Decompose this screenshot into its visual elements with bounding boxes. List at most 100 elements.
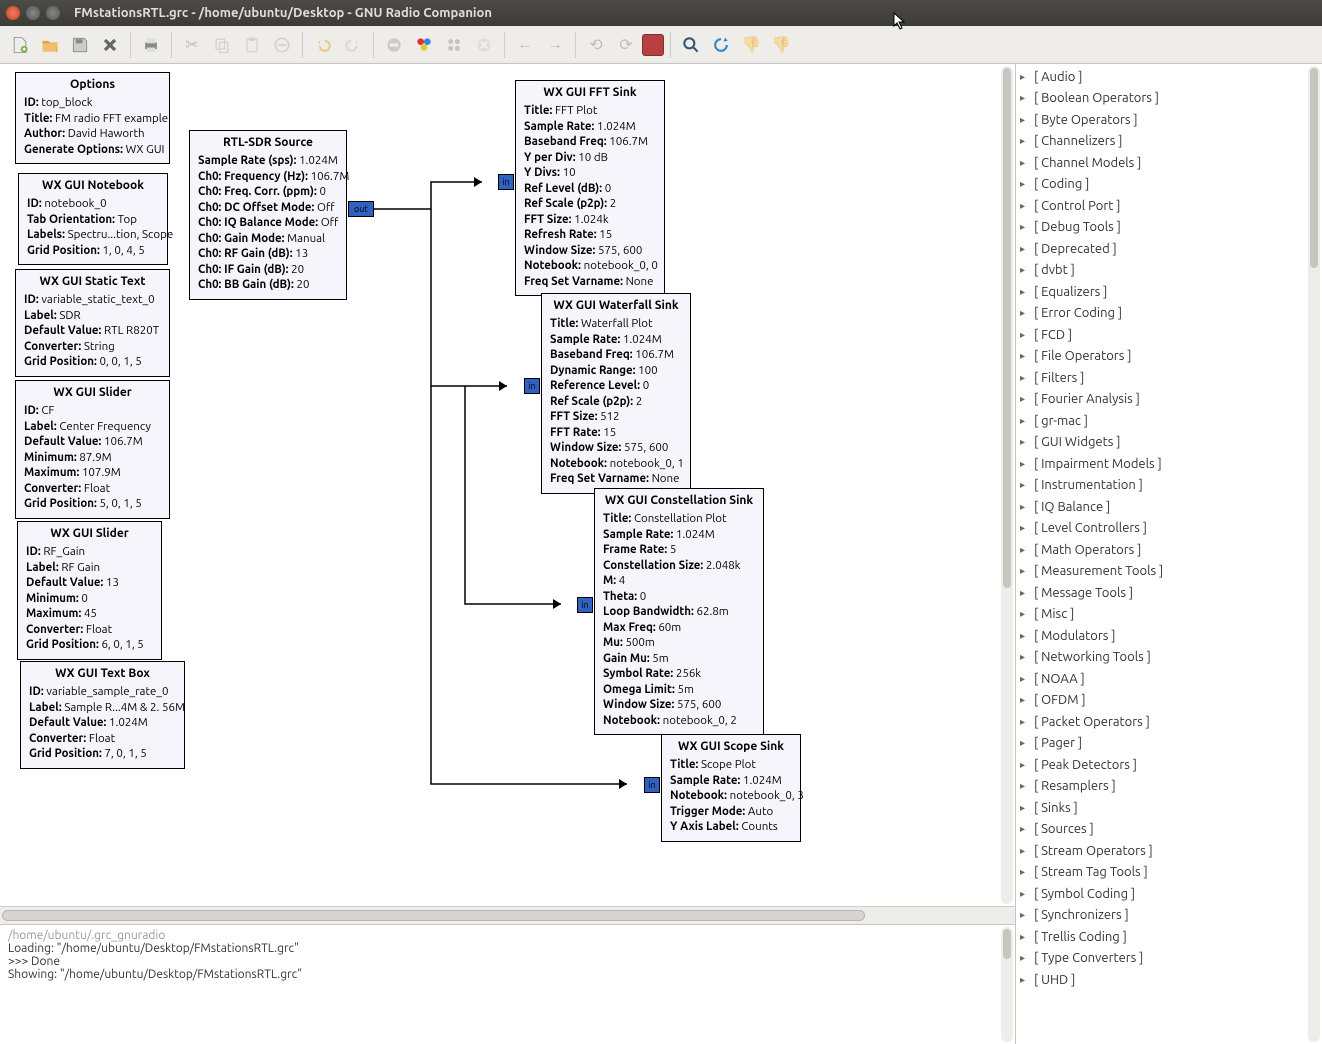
- nav-back-button[interactable]: ←: [511, 31, 539, 59]
- search-button[interactable]: [677, 31, 705, 59]
- delete-button[interactable]: [268, 31, 296, 59]
- block-rtlsdr-source[interactable]: out RTL-SDR Source Sample Rate (sps): 1.…: [189, 130, 347, 300]
- expand-arrow-icon: ▸: [1020, 307, 1034, 319]
- category-label: [ Stream Operators ]: [1034, 844, 1153, 858]
- category-item[interactable]: ▸[ Trellis Coding ]: [1020, 926, 1318, 948]
- kill-button[interactable]: [470, 31, 498, 59]
- block-wx-waterfall-sink[interactable]: in WX GUI Waterfall Sink Title: Waterfal…: [541, 293, 691, 494]
- category-item[interactable]: ▸[ Pager ]: [1020, 733, 1318, 755]
- category-item[interactable]: ▸[ Misc ]: [1020, 604, 1318, 626]
- flowgraph-canvas[interactable]: Options ID: top_block Title: FM radio FF…: [0, 64, 1015, 906]
- block-wx-textbox[interactable]: WX GUI Text Box ID: variable_sample_rate…: [20, 661, 185, 769]
- category-item[interactable]: ▸[ Stream Tag Tools ]: [1020, 862, 1318, 884]
- paste-button[interactable]: [238, 31, 266, 59]
- category-label: [ Peak Detectors ]: [1034, 758, 1137, 772]
- print-button[interactable]: [137, 31, 165, 59]
- block-options[interactable]: Options ID: top_block Title: FM radio FF…: [15, 72, 170, 164]
- generate-button[interactable]: [410, 31, 438, 59]
- port-in[interactable]: in: [644, 777, 660, 793]
- block-wx-scope-sink[interactable]: in WX GUI Scope Sink Title: Scope Plot S…: [661, 734, 801, 842]
- execute-button[interactable]: [440, 31, 468, 59]
- category-item[interactable]: ▸[ Boolean Operators ]: [1020, 88, 1318, 110]
- category-item[interactable]: ▸[ gr-mac ]: [1020, 410, 1318, 432]
- category-item[interactable]: ▸[ Synchronizers ]: [1020, 905, 1318, 927]
- sidebar-scroll[interactable]: [1308, 66, 1320, 1042]
- window-close-button[interactable]: [6, 6, 20, 20]
- block-wx-constellation-sink[interactable]: in WX GUI Constellation Sink Title: Cons…: [594, 488, 764, 735]
- category-item[interactable]: ▸[ Math Operators ]: [1020, 539, 1318, 561]
- close-button[interactable]: [96, 31, 124, 59]
- category-item[interactable]: ▸[ Modulators ]: [1020, 625, 1318, 647]
- block-wx-notebook[interactable]: WX GUI Notebook ID: notebook_0 Tab Orien…: [18, 173, 168, 265]
- undo-button[interactable]: [309, 31, 337, 59]
- reload-button[interactable]: [707, 31, 735, 59]
- copy-button[interactable]: [208, 31, 236, 59]
- category-item[interactable]: ▸[ Equalizers ]: [1020, 281, 1318, 303]
- record-button[interactable]: [642, 34, 664, 56]
- category-item[interactable]: ▸[ Error Coding ]: [1020, 303, 1318, 325]
- category-item[interactable]: ▸[ Peak Detectors ]: [1020, 754, 1318, 776]
- category-item[interactable]: ▸[ Resamplers ]: [1020, 776, 1318, 798]
- console-scroll[interactable]: [1001, 927, 1013, 1042]
- category-item[interactable]: ▸[ Fourier Analysis ]: [1020, 389, 1318, 411]
- expand-arrow-icon: ▸: [1020, 931, 1034, 943]
- window-minimize-button[interactable]: [26, 6, 40, 20]
- category-item[interactable]: ▸[ IQ Balance ]: [1020, 496, 1318, 518]
- category-item[interactable]: ▸[ UHD ]: [1020, 969, 1318, 991]
- save-button[interactable]: [66, 31, 94, 59]
- category-item[interactable]: ▸[ Message Tools ]: [1020, 582, 1318, 604]
- category-item[interactable]: ▸[ NOAA ]: [1020, 668, 1318, 690]
- category-item[interactable]: ▸[ Channelizers ]: [1020, 131, 1318, 153]
- disable-block-button[interactable]: [380, 31, 408, 59]
- category-item[interactable]: ▸[ Channel Models ]: [1020, 152, 1318, 174]
- expand-arrow-icon: ▸: [1020, 952, 1034, 964]
- category-item[interactable]: ▸[ OFDM ]: [1020, 690, 1318, 712]
- block-wx-slider-cf[interactable]: WX GUI Slider ID: CF Label: Center Frequ…: [15, 380, 170, 519]
- category-item[interactable]: ▸[ Filters ]: [1020, 367, 1318, 389]
- category-label: [ Deprecated ]: [1034, 242, 1117, 256]
- category-item[interactable]: ▸[ File Operators ]: [1020, 346, 1318, 368]
- open-file-button[interactable]: [36, 31, 64, 59]
- expand-arrow-icon: ▸: [1020, 888, 1034, 900]
- category-item[interactable]: ▸[ Audio ]: [1020, 66, 1318, 88]
- port-in[interactable]: in: [577, 597, 593, 613]
- category-item[interactable]: ▸[ Deprecated ]: [1020, 238, 1318, 260]
- port-in[interactable]: in: [524, 378, 540, 394]
- redo-button[interactable]: [339, 31, 367, 59]
- category-label: [ Packet Operators ]: [1034, 715, 1150, 729]
- block-wx-slider-rfgain[interactable]: WX GUI Slider ID: RF_Gain Label: RF Gain…: [17, 521, 162, 660]
- rotate-cw-button[interactable]: ⟳: [612, 31, 640, 59]
- category-item[interactable]: ▸[ Networking Tools ]: [1020, 647, 1318, 669]
- category-item[interactable]: ▸[ Type Converters ]: [1020, 948, 1318, 970]
- category-item[interactable]: ▸[ Packet Operators ]: [1020, 711, 1318, 733]
- category-item[interactable]: ▸[ Level Controllers ]: [1020, 518, 1318, 540]
- port-in[interactable]: in: [498, 174, 514, 190]
- nav-forward-button[interactable]: →: [541, 31, 569, 59]
- category-item[interactable]: ▸[ dvbt ]: [1020, 260, 1318, 282]
- cut-button[interactable]: ✂: [178, 31, 206, 59]
- category-item[interactable]: ▸[ FCD ]: [1020, 324, 1318, 346]
- expand-arrow-icon: ▸: [1020, 393, 1034, 405]
- category-item[interactable]: ▸[ GUI Widgets ]: [1020, 432, 1318, 454]
- block-param2-button[interactable]: 👎: [767, 31, 795, 59]
- block-wx-fft-sink[interactable]: in WX GUI FFT Sink Title: FFT Plot Sampl…: [515, 80, 665, 296]
- category-item[interactable]: ▸[ Sources ]: [1020, 819, 1318, 841]
- port-out[interactable]: out: [348, 201, 374, 217]
- category-item[interactable]: ▸[ Sinks ]: [1020, 797, 1318, 819]
- category-item[interactable]: ▸[ Stream Operators ]: [1020, 840, 1318, 862]
- rotate-ccw-button[interactable]: ⟲: [582, 31, 610, 59]
- category-item[interactable]: ▸[ Symbol Coding ]: [1020, 883, 1318, 905]
- canvas-hscroll[interactable]: [0, 906, 1015, 924]
- block-param-button[interactable]: 👎: [737, 31, 765, 59]
- new-file-button[interactable]: [6, 31, 34, 59]
- category-item[interactable]: ▸[ Byte Operators ]: [1020, 109, 1318, 131]
- category-item[interactable]: ▸[ Debug Tools ]: [1020, 217, 1318, 239]
- category-item[interactable]: ▸[ Impairment Models ]: [1020, 453, 1318, 475]
- category-item[interactable]: ▸[ Coding ]: [1020, 174, 1318, 196]
- block-wx-static-text[interactable]: WX GUI Static Text ID: variable_static_t…: [15, 269, 170, 377]
- category-item[interactable]: ▸[ Instrumentation ]: [1020, 475, 1318, 497]
- window-maximize-button[interactable]: [46, 6, 60, 20]
- category-item[interactable]: ▸[ Measurement Tools ]: [1020, 561, 1318, 583]
- category-item[interactable]: ▸[ Control Port ]: [1020, 195, 1318, 217]
- canvas-vscroll[interactable]: [1001, 66, 1013, 904]
